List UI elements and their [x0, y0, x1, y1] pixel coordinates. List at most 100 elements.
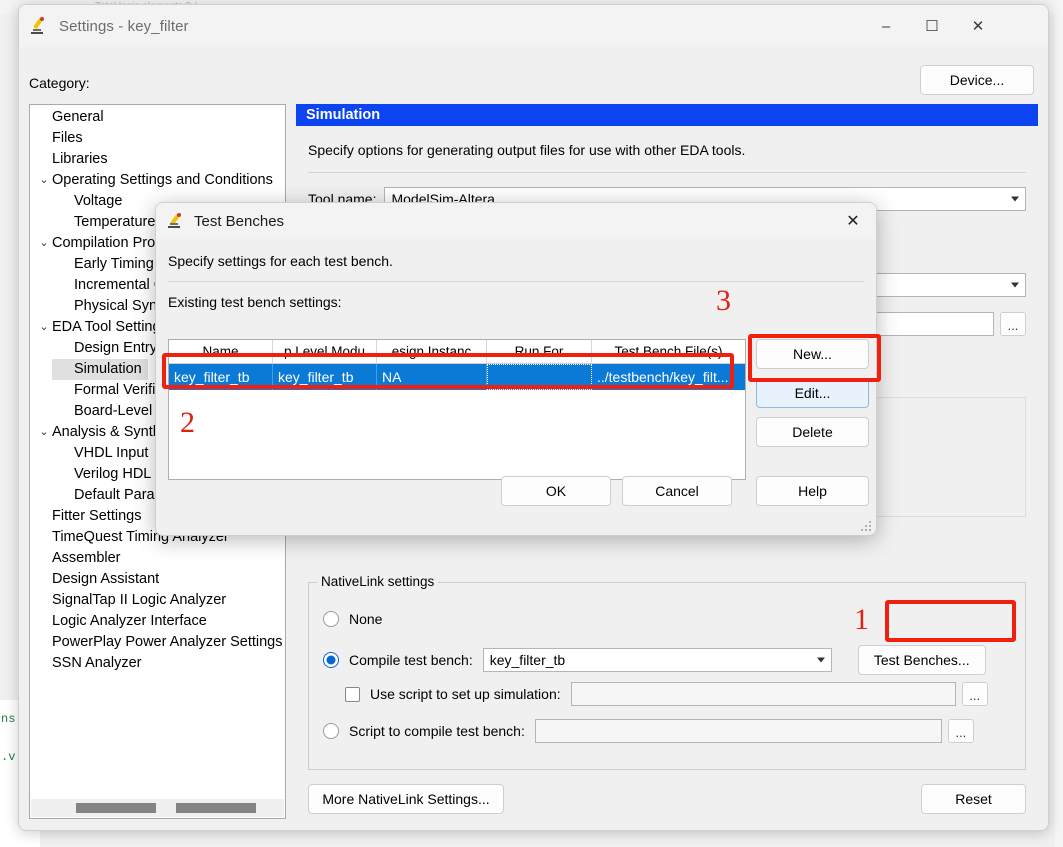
category-item-label: Libraries — [52, 151, 108, 167]
category-item-label: General — [52, 109, 104, 125]
annotation-marker-2: 2 — [180, 406, 195, 439]
cell-top-level-module[interactable]: key_filter_tb — [273, 364, 377, 390]
divider — [308, 172, 1026, 173]
cell-run-for[interactable] — [487, 364, 592, 390]
annotation-marker-1: 1 — [854, 603, 869, 636]
scrollbar-thumb-left[interactable] — [76, 803, 156, 813]
category-item-operating-settings-and-conditions[interactable]: ⌄ Operating Settings and Conditions — [30, 170, 285, 191]
nativelink-settings-group: NativeLink settings None Compile test be… — [308, 574, 1026, 770]
category-item-label: Simulation — [52, 359, 148, 380]
new-button[interactable]: New... — [756, 339, 869, 369]
browse-script-compile-button[interactable]: ... — [947, 719, 974, 743]
radio-none[interactable] — [323, 611, 339, 627]
table-header-row: Name p Level Modu esign Instanc Run For … — [169, 340, 745, 364]
script-compile-input[interactable] — [534, 719, 942, 743]
window-title: Settings - key_filter — [59, 17, 189, 35]
category-item-label: Design Assistant — [52, 571, 160, 587]
pencil-icon — [168, 213, 184, 229]
radio-compile-testbench-row[interactable]: Compile test bench: key_filter_tb Test B… — [323, 645, 1048, 675]
category-item-label: VHDL Input — [74, 445, 149, 461]
chevron-down-icon[interactable]: ⌄ — [36, 422, 52, 443]
window-title-bar: Settings - key_filter – ☐ ✕ — [19, 5, 1048, 47]
divider — [168, 281, 864, 282]
nativelink-legend: NativeLink settings — [317, 574, 439, 589]
edit-button[interactable]: Edit... — [756, 378, 869, 408]
more-nativelink-settings-button[interactable]: More NativeLink Settings... — [308, 784, 504, 814]
cell-name[interactable]: key_filter_tb — [169, 364, 273, 390]
column-header-name[interactable]: Name — [169, 340, 273, 363]
tree-horizontal-scrollbar[interactable] — [31, 799, 284, 817]
maximize-icon[interactable]: ☐ — [909, 5, 955, 47]
column-header-test-bench-files[interactable]: Test Bench File(s) — [592, 340, 745, 363]
test-benches-button[interactable]: Test Benches... — [857, 645, 986, 675]
simulation-pane-header: Simulation — [296, 104, 1038, 126]
reset-button[interactable]: Reset — [921, 784, 1026, 814]
use-script-checkbox[interactable] — [345, 686, 360, 702]
cell-test-bench-files[interactable]: ../testbench/key_filt... — [592, 364, 745, 390]
category-item-general[interactable]: ⌄General — [30, 107, 285, 128]
category-item-label: EDA Tool Settings — [52, 319, 168, 335]
compile-testbench-value: key_filter_tb — [489, 652, 566, 668]
browse-path-button[interactable]: ... — [1000, 312, 1026, 336]
column-header-run-for[interactable]: Run For — [487, 340, 592, 363]
category-item-logic-analyzer-interface[interactable]: ⌄Logic Analyzer Interface — [30, 611, 285, 632]
delete-button[interactable]: Delete — [756, 417, 869, 447]
category-item-label: SSN Analyzer — [52, 655, 142, 671]
chevron-down-icon[interactable]: ⌄ — [36, 170, 52, 191]
test-benches-title-bar: Test Benches ✕ — [156, 203, 876, 239]
radio-compile-testbench[interactable] — [323, 652, 339, 668]
category-item-files[interactable]: ⌄Files — [30, 128, 285, 149]
test-benches-title: Test Benches — [194, 212, 285, 230]
background-right-edge — [1055, 0, 1063, 847]
close-icon[interactable]: ✕ — [955, 5, 1001, 47]
dialog-help-button[interactable]: Help — [756, 476, 869, 506]
category-item-libraries[interactable]: ⌄Libraries — [30, 149, 285, 170]
category-item-label: Files — [52, 130, 83, 146]
pencil-icon — [31, 17, 49, 35]
category-item-design-assistant[interactable]: ⌄Design Assistant — [30, 569, 285, 590]
chevron-down-icon[interactable]: ⌄ — [36, 317, 52, 338]
dialog-cancel-button[interactable]: Cancel — [622, 476, 732, 506]
category-item-assembler[interactable]: ⌄Assembler — [30, 548, 285, 569]
use-script-input[interactable] — [570, 682, 956, 706]
script-compile-label: Script to compile test bench: — [349, 723, 525, 739]
script-compile-row[interactable]: Script to compile test bench: ... — [323, 719, 1048, 743]
category-item-signaltap-ii-logic-analyzer[interactable]: ⌄SignalTap II Logic Analyzer — [30, 590, 285, 611]
chevron-down-icon — [816, 657, 825, 663]
footer-divider — [296, 830, 1038, 831]
column-header-top-level-module[interactable]: p Level Modu — [273, 340, 377, 363]
category-item-label: PowerPlay Power Analyzer Settings — [52, 634, 283, 650]
category-item-powerplay-power-analyzer-settings[interactable]: ⌄PowerPlay Power Analyzer Settings — [30, 632, 285, 653]
delete-button-label: Delete — [792, 424, 833, 440]
cell-design-instance[interactable]: NA — [377, 364, 487, 390]
category-item-label: Board-Level — [74, 403, 153, 419]
device-button[interactable]: Device... — [920, 65, 1034, 95]
minimize-icon[interactable]: – — [863, 5, 909, 47]
test-bench-table[interactable]: Name p Level Modu esign Instanc Run For … — [168, 339, 746, 480]
dialog-ok-button[interactable]: OK — [501, 476, 611, 506]
resize-grip[interactable] — [861, 521, 871, 531]
category-item-label: Temperature — [74, 214, 156, 230]
new-button-label: New... — [793, 346, 832, 362]
category-label: Category: — [29, 75, 90, 91]
use-script-label: Use script to set up simulation: — [370, 686, 561, 702]
category-item-ssn-analyzer[interactable]: ⌄SSN Analyzer — [30, 653, 285, 674]
close-icon[interactable]: ✕ — [830, 203, 876, 239]
edit-button-label: Edit... — [794, 385, 831, 401]
scrollbar-thumb-right[interactable] — [176, 803, 256, 813]
annotation-marker-3: 3 — [716, 284, 731, 317]
chevron-down-icon — [1011, 282, 1019, 288]
category-item-label: Assembler — [52, 550, 121, 566]
table-row[interactable]: key_filter_tb key_filter_tb NA ../testbe… — [169, 364, 745, 390]
radio-script-compile[interactable] — [323, 723, 339, 739]
category-item-label: Fitter Settings — [52, 508, 142, 524]
use-script-row[interactable]: Use script to set up simulation: ... — [345, 682, 1048, 706]
category-item-label: Operating Settings and Conditions — [52, 172, 273, 188]
test-benches-dialog: Test Benches ✕ Specify settings for each… — [155, 202, 877, 536]
column-header-design-instance[interactable]: esign Instanc — [377, 340, 487, 363]
browse-use-script-button[interactable]: ... — [961, 682, 988, 706]
compile-testbench-combo[interactable]: key_filter_tb — [482, 648, 832, 672]
radio-none-label: None — [349, 611, 383, 627]
radio-none-row[interactable]: None — [323, 611, 382, 627]
chevron-down-icon[interactable]: ⌄ — [36, 233, 52, 254]
